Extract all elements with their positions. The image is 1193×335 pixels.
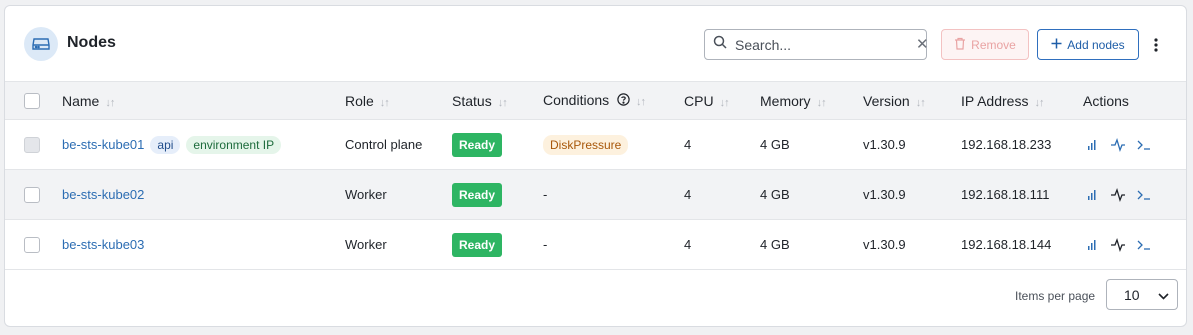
page-title: Nodes — [67, 34, 116, 51]
sort-icon[interactable]: ↓↑ — [916, 97, 926, 109]
status-badge: Ready — [452, 182, 503, 207]
row-actions — [1083, 170, 1186, 220]
node-cpu: 4 — [684, 237, 692, 252]
bar-chart-icon[interactable] — [1083, 138, 1101, 152]
help-circle-icon[interactable] — [617, 93, 630, 109]
node-conditions: - — [543, 237, 548, 252]
search-input[interactable] — [735, 36, 916, 53]
panel-header: Nodes ✕ Remove Add — [5, 6, 1186, 81]
add-nodes-button[interactable]: Add nodes — [1037, 29, 1139, 60]
node-role: Control plane — [345, 137, 423, 152]
more-vertical-icon[interactable] — [1148, 34, 1164, 56]
node-version: v1.30.9 — [863, 137, 906, 152]
sort-icon[interactable]: ↓↑ — [380, 97, 390, 109]
add-nodes-button-label: Add nodes — [1067, 37, 1125, 52]
search-box[interactable]: ✕ — [704, 29, 929, 60]
node-version: v1.30.9 — [863, 187, 906, 202]
table-row: be-sts-kube02 Worker Ready - 4 4 GB v1.3… — [5, 169, 1186, 220]
table-row: be-sts-kube03 Worker Ready - 4 4 GB v1.3… — [5, 220, 1186, 270]
items-per-page-label: Items per page — [1015, 289, 1096, 303]
row-checkbox[interactable] — [24, 236, 40, 253]
select-all-checkbox[interactable] — [24, 93, 40, 110]
node-memory: 4 GB — [760, 237, 790, 252]
node-name-link[interactable]: be-sts-kube02 — [62, 187, 144, 202]
node-role: Worker — [345, 237, 387, 252]
node-name-link[interactable]: be-sts-kube01 — [62, 137, 144, 152]
column-header-name[interactable]: Name ↓↑ — [62, 82, 345, 120]
remove-button[interactable]: Remove — [941, 29, 1029, 60]
terminal-icon[interactable] — [1135, 188, 1153, 202]
table-footer: Items per page 10 — [5, 277, 1186, 326]
row-checkbox[interactable] — [24, 186, 40, 203]
table-header-row: Name ↓↑ Role ↓↑ Status ↓↑ Conditions ↓↑ CPU… — [5, 81, 1186, 120]
bar-chart-icon[interactable] — [1083, 188, 1101, 202]
node-memory: 4 GB — [760, 137, 790, 152]
node-conditions: - — [543, 187, 548, 202]
sort-icon[interactable]: ↓↑ — [636, 96, 646, 108]
remove-button-label: Remove — [971, 37, 1016, 52]
status-badge: Ready — [452, 132, 503, 157]
sort-icon[interactable]: ↓↑ — [720, 97, 730, 109]
node-ip: 192.168.18.111 — [961, 187, 1050, 202]
table-row: be-sts-kube01 api environment IP Control p… — [5, 120, 1186, 170]
column-header-actions: Actions — [1083, 92, 1129, 109]
bar-chart-icon[interactable] — [1083, 238, 1101, 252]
column-header-role[interactable]: Role ↓↑ — [345, 82, 452, 120]
server-node-icon — [24, 27, 58, 61]
column-header-cpu[interactable]: CPU ↓↑ — [684, 82, 760, 120]
condition-badge: DiskPressure — [543, 134, 629, 155]
column-header-status[interactable]: Status ↓↑ — [452, 82, 543, 120]
nodes-panel: Nodes ✕ Remove Add — [4, 5, 1187, 327]
node-name-link[interactable]: be-sts-kube03 — [62, 237, 144, 252]
row-actions — [1083, 220, 1186, 270]
items-per-page-value: 10 — [1124, 286, 1140, 303]
items-per-page-select[interactable]: 10 — [1106, 279, 1178, 310]
terminal-icon[interactable] — [1135, 238, 1153, 252]
column-header-ip-address[interactable]: IP Address ↓↑ — [961, 82, 1083, 120]
nodes-table: Name ↓↑ Role ↓↑ Status ↓↑ Conditions ↓↑ CPU… — [5, 81, 1186, 270]
plus-icon — [1051, 38, 1062, 52]
clear-search-icon[interactable]: ✕ — [916, 37, 929, 52]
sort-icon[interactable]: ↓↑ — [1034, 97, 1044, 109]
row-checkbox — [24, 136, 40, 153]
row-actions — [1083, 120, 1186, 170]
node-tag: api — [150, 135, 181, 154]
activity-icon[interactable] — [1109, 138, 1127, 153]
status-badge: Ready — [452, 232, 503, 257]
node-version: v1.30.9 — [863, 237, 906, 252]
sort-icon[interactable]: ↓↑ — [817, 97, 827, 109]
sort-icon[interactable]: ↓↑ — [498, 97, 508, 109]
column-header-version[interactable]: Version ↓↑ — [863, 82, 961, 120]
search-icon — [713, 35, 727, 54]
column-header-conditions[interactable]: Conditions ↓↑ — [543, 82, 684, 120]
sort-icon[interactable]: ↓↑ — [105, 97, 115, 109]
node-ip: 192.168.18.144 — [961, 237, 1052, 252]
node-memory: 4 GB — [760, 187, 790, 202]
activity-icon[interactable] — [1109, 238, 1127, 253]
terminal-icon[interactable] — [1135, 138, 1153, 152]
trash-icon — [954, 37, 966, 53]
node-cpu: 4 — [684, 187, 692, 202]
node-cpu: 4 — [684, 137, 692, 152]
node-role: Worker — [345, 187, 387, 202]
activity-icon[interactable] — [1109, 188, 1127, 203]
column-header-memory[interactable]: Memory ↓↑ — [760, 82, 863, 120]
node-ip: 192.168.18.233 — [961, 137, 1052, 152]
chevron-down-icon — [1158, 287, 1169, 303]
node-tag: environment IP — [186, 135, 282, 154]
